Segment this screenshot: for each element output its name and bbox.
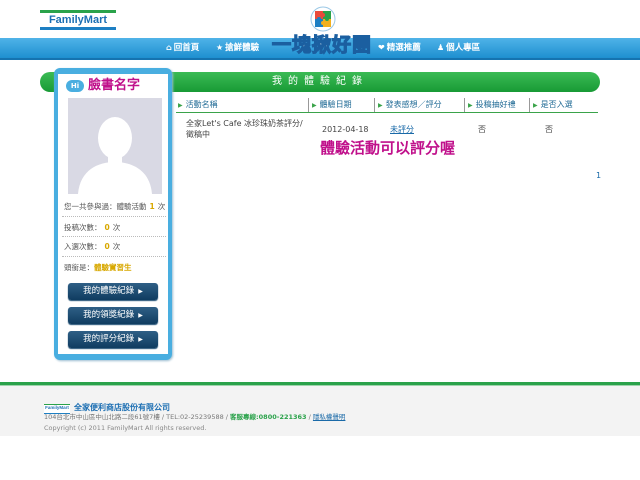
profile-greeting: Hi 臉書名字 <box>66 78 176 94</box>
home-icon: ⌂ <box>166 43 172 52</box>
arrow-right-icon: ▶ <box>138 288 143 295</box>
my-trial-records-button[interactable]: 我的體驗紀錄 ▶ <box>68 283 158 300</box>
column-header-share: ▶ 投稿抽好禮 <box>468 98 516 112</box>
footer-address: 104台北市中山區中山北路二段61號7樓 / TEL:02-25239588 / <box>44 413 231 421</box>
stat-submissions-count: 0 <box>104 223 110 232</box>
stat-selected-label: 入選次數： <box>64 242 102 251</box>
arrow-right-icon: ▶ <box>312 102 317 109</box>
column-header-date: ▶ 體驗日期 <box>312 98 352 112</box>
footer-service-phone: 0800-221363 <box>258 413 307 421</box>
column-divider <box>308 98 309 112</box>
stat-selected: 入選次數： 0 次 <box>64 241 120 253</box>
arrow-right-icon: ▶ <box>178 102 183 109</box>
divider <box>62 236 166 237</box>
column-header-winner: ▶ 是否入選 <box>533 98 573 112</box>
site-header: FamilyMart ⌂ 回首頁 ★ 搶鮮體驗 ❤ 精選推薦 ♟ 個人專區 一塊揪好團 <box>0 0 640 62</box>
table-cell-activity: 全家Let's Cafe 冰珍珠奶茶評分/徵稿中 <box>186 119 303 139</box>
stat-submissions: 投稿次數： 0 次 <box>64 222 120 234</box>
nav-personal[interactable]: ♟ 個人專區 <box>437 41 480 55</box>
stat-participation: 您一共參與過：體驗活動 1 次 <box>64 201 165 213</box>
column-divider <box>464 98 465 112</box>
avatar-silhouette-icon <box>68 98 162 194</box>
column-divider <box>529 98 530 112</box>
footer-copyright: Copyright (c) 2011 FamilyMart All rights… <box>44 424 207 432</box>
stat-submissions-unit: 次 <box>112 223 121 232</box>
familymart-logo[interactable]: FamilyMart <box>40 10 116 30</box>
avatar <box>68 98 162 194</box>
nav-recommend[interactable]: ❤ 精選推薦 <box>378 41 421 55</box>
arrow-right-icon: ▶ <box>468 102 473 109</box>
nav-home-label: 回首頁 <box>173 43 200 53</box>
page-number-link[interactable]: 1 <box>596 171 601 181</box>
brand-title: 一塊揪好團 <box>271 33 372 56</box>
my-prize-records-button[interactable]: 我的領獎紀錄 ▶ <box>68 307 158 324</box>
column-header-review: ▶ 發表感想／評分 <box>378 98 442 112</box>
logo-text: FamilyMart <box>48 14 108 26</box>
arrow-right-icon: ▶ <box>138 336 143 343</box>
my-rating-records-label: 我的評分紀錄 <box>83 334 135 344</box>
logo-blue-stripe <box>40 27 116 30</box>
my-rating-records-button[interactable]: 我的評分紀錄 ▶ <box>68 331 158 348</box>
footer-service-label: 客服專線: <box>230 413 259 421</box>
stat-submissions-label: 投稿次數： <box>64 223 102 232</box>
stat-participation-label: 您一共參與過：體驗活動 <box>64 202 147 211</box>
nav-trial-label: 搶鮮體驗 <box>225 43 260 53</box>
column-header-share-label: 投稿抽好禮 <box>475 100 516 109</box>
column-header-review-label: 發表感想／評分 <box>385 100 442 109</box>
stat-rank-value: 體驗實習生 <box>94 263 132 272</box>
arrow-right-icon: ▶ <box>533 102 538 109</box>
nav-trial[interactable]: ★ 搶鮮體驗 <box>216 41 259 55</box>
stat-rank: 頭銜是：體驗實習生 <box>64 262 132 274</box>
stat-selected-count: 0 <box>104 242 110 251</box>
nav-recommend-label: 精選推薦 <box>386 43 421 53</box>
footer-contact-info: 104台北市中山區中山北路二段61號7樓 / TEL:02-25239588 /… <box>44 412 345 422</box>
my-trial-records-label: 我的體驗紀錄 <box>83 286 135 296</box>
column-header-winner-label: 是否入選 <box>540 100 573 109</box>
my-prize-records-label: 我的領獎紀錄 <box>83 310 135 320</box>
brand-logo[interactable]: 一塊揪好團 <box>268 6 376 62</box>
stat-participation-count: 1 <box>149 202 155 211</box>
divider <box>62 216 166 217</box>
privacy-policy-link[interactable]: 隱私權聲明 <box>313 413 346 421</box>
column-header-activity-label: 活動名稱 <box>185 100 218 109</box>
table-cell-date: 2012-04-18 <box>322 125 369 134</box>
stat-rank-label: 頭銜是： <box>64 263 94 272</box>
stat-participation-unit: 次 <box>157 202 166 211</box>
arrow-right-icon: ▶ <box>378 102 383 109</box>
arrow-right-icon: ▶ <box>138 312 143 319</box>
rating-hint-annotation: 體驗活動可以評分喔 <box>320 139 456 157</box>
table-cell-winner: 否 <box>545 125 553 134</box>
heart-icon: ❤ <box>378 43 385 52</box>
nav-personal-label: 個人專區 <box>446 43 481 53</box>
stat-selected-unit: 次 <box>112 242 121 251</box>
column-header-activity: ▶ 活動名稱 <box>178 98 218 112</box>
table-cell-share: 否 <box>478 125 486 134</box>
user-icon: ♟ <box>437 43 445 52</box>
column-header-date-label: 體驗日期 <box>319 100 352 109</box>
table-header-underline <box>176 112 598 113</box>
hi-badge: Hi <box>66 80 84 92</box>
nav-home[interactable]: ⌂ 回首頁 <box>166 41 199 55</box>
rate-now-link[interactable]: 未評分 <box>390 124 414 135</box>
puzzle-icon <box>310 6 336 32</box>
logo-green-stripe <box>40 10 116 13</box>
column-divider <box>374 98 375 112</box>
star-icon: ★ <box>216 43 224 52</box>
divider <box>62 256 166 257</box>
profile-name: 臉書名字 <box>88 78 141 93</box>
